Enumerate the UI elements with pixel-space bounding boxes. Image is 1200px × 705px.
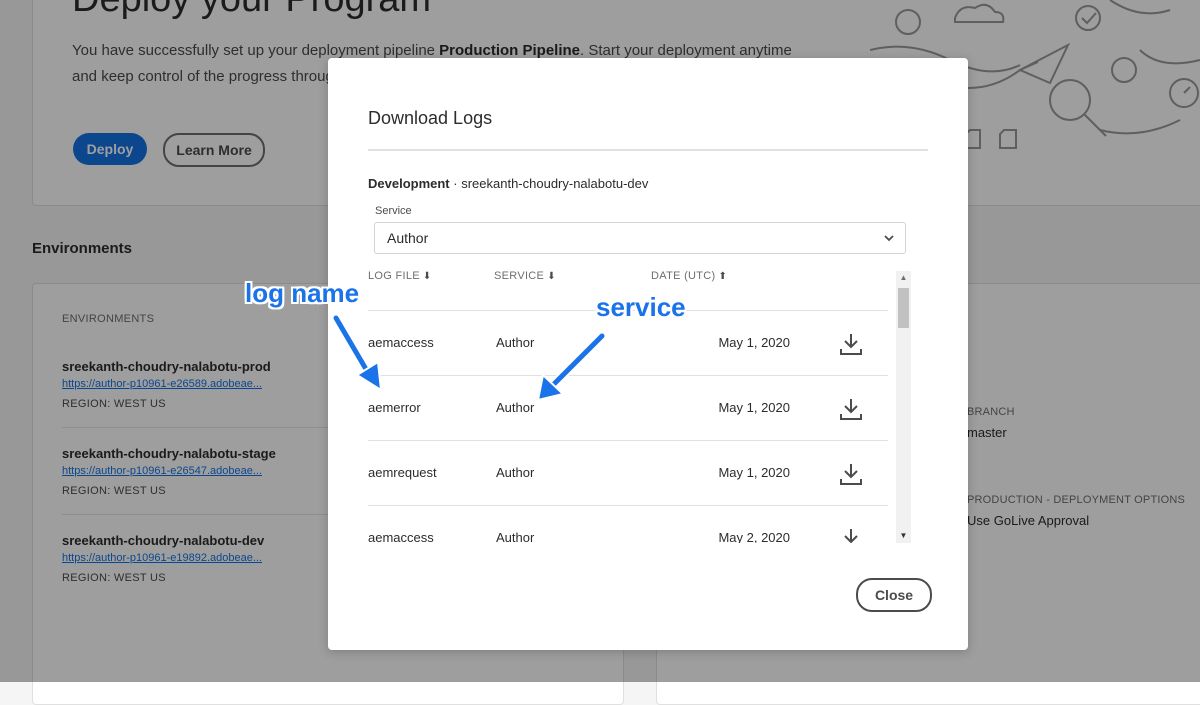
log-date: May 1, 2020 <box>718 465 790 480</box>
logs-table: aemaccess Author May 1, 2020 aemerror Au… <box>368 293 888 543</box>
scroll-up-arrow-icon[interactable]: ▲ <box>896 271 911 285</box>
service-select-value: Author <box>387 230 429 246</box>
dialog-environment: Development · sreekanth-choudry-nalabotu… <box>368 176 649 191</box>
table-scrollbar[interactable]: ▲ ▼ <box>896 271 911 543</box>
log-date: May 1, 2020 <box>718 335 790 350</box>
download-icon[interactable] <box>838 461 864 487</box>
log-file-name: aemrequest <box>368 465 437 480</box>
service-select[interactable]: Author <box>374 222 906 254</box>
log-service: Author <box>496 335 535 350</box>
download-logs-dialog: Download Logs Development · sreekanth-ch… <box>328 58 968 650</box>
column-header-date[interactable]: DATE (UTC) ⬆ <box>651 270 727 282</box>
annotation-log-name: log name <box>245 278 360 308</box>
log-date: May 2, 2020 <box>718 530 790 543</box>
log-file-name: aemaccess <box>368 335 434 350</box>
sort-up-icon: ⬆ <box>718 271 728 282</box>
environment-name: sreekanth-choudry-nalabotu-dev <box>461 176 649 191</box>
service-label: Service <box>375 205 412 217</box>
log-date: May 1, 2020 <box>718 400 790 415</box>
column-header-service[interactable]: SERVICE ⬇ <box>494 270 556 282</box>
download-icon[interactable] <box>838 331 864 357</box>
dialog-divider <box>368 149 928 151</box>
close-button[interactable]: Close <box>856 578 932 612</box>
chevron-down-icon <box>884 235 894 242</box>
table-row: aemrequest Author May 1, 2020 <box>368 440 888 506</box>
log-file-name: aemerror <box>368 400 421 415</box>
scroll-down-arrow-icon[interactable]: ▼ <box>896 529 911 543</box>
download-icon[interactable] <box>838 396 864 422</box>
annotation-service: service <box>596 292 686 322</box>
log-file-name: aemaccess <box>368 530 434 543</box>
log-service: Author <box>496 530 535 543</box>
scrollbar-thumb[interactable] <box>898 288 909 328</box>
log-service: Author <box>496 465 535 480</box>
dialog-title: Download Logs <box>368 108 493 128</box>
download-icon[interactable] <box>838 526 864 543</box>
column-header-log-file[interactable]: LOG FILE ⬇ <box>368 270 432 282</box>
sort-down-icon: ⬇ <box>422 271 432 282</box>
environment-type: Development <box>368 176 450 191</box>
table-row: aemerror Author May 1, 2020 <box>368 375 888 441</box>
table-row: aemaccess Author May 2, 2020 <box>368 505 888 543</box>
sort-down-icon: ⬇ <box>547 271 556 282</box>
log-service: Author <box>496 400 535 415</box>
